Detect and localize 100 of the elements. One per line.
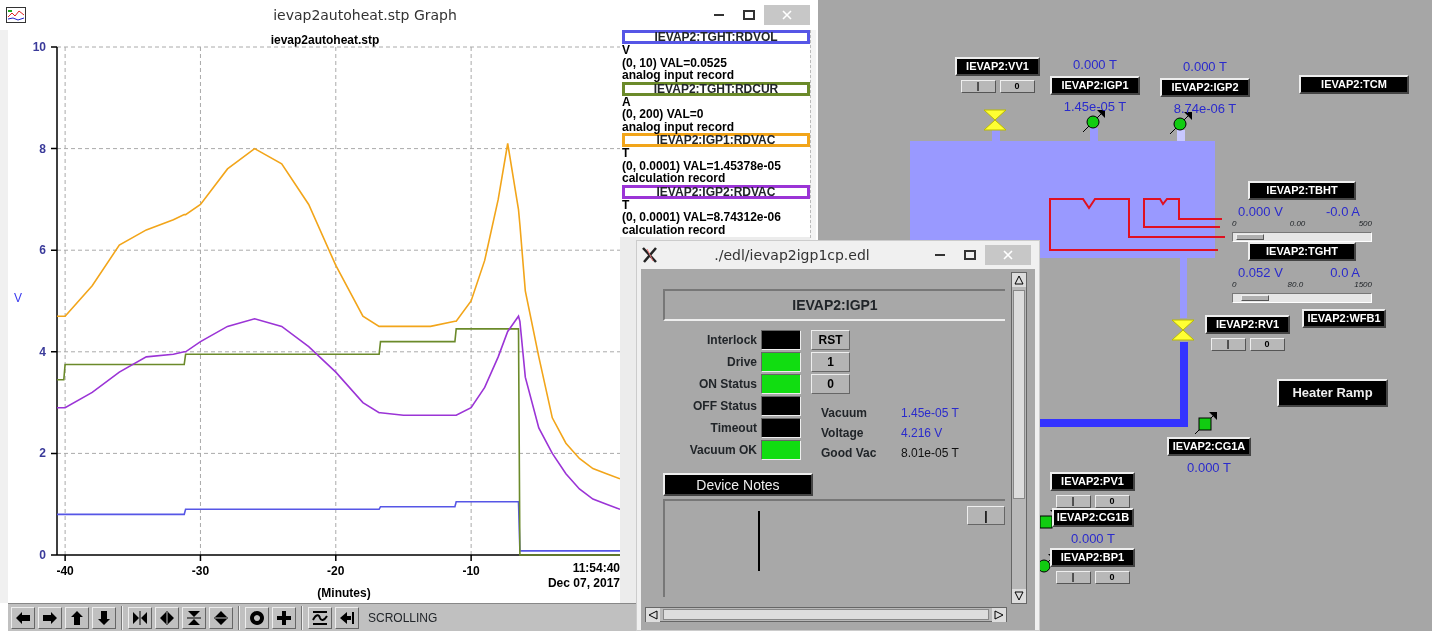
- device-tag: IEVAP2:BP1: [1050, 548, 1135, 567]
- axis-tick-label: -20: [327, 564, 345, 578]
- device-tag: IEVAP2:TGHT: [1248, 242, 1356, 261]
- slider-thumb[interactable]: [1241, 295, 1270, 301]
- setpoint-readout: 0.000 T: [1073, 57, 1117, 72]
- x-logo-icon: [641, 246, 659, 264]
- toolbar-button[interactable]: [335, 606, 359, 629]
- toolbar-button[interactable]: [11, 606, 35, 629]
- minimize-icon: [714, 14, 724, 16]
- scroll-up-button[interactable]: [1012, 273, 1026, 287]
- legend-text: T: [622, 147, 631, 160]
- pressure-readout: 8.74e-06 T: [1173, 101, 1237, 116]
- scrollbar-thumb[interactable]: [663, 609, 989, 620]
- legend-text: (0, 0.0001) VAL=8.74312e-06: [622, 211, 782, 224]
- reading-value: 8.01e-05 T: [901, 445, 959, 462]
- notes-button[interactable]: |: [967, 506, 1005, 525]
- pipe: [1177, 130, 1185, 142]
- chart-title: ievap2autoheat.stp: [270, 33, 380, 47]
- vertical-inward-arrows-icon: [186, 609, 202, 626]
- valve-button[interactable]: |: [960, 80, 996, 93]
- valve-button[interactable]: 0: [1094, 495, 1130, 508]
- toolbar-button[interactable]: [128, 606, 152, 629]
- scale-label: 0: [1232, 219, 1237, 228]
- axis-tick-label: 6: [39, 243, 46, 258]
- down-arrow-icon: [1014, 591, 1024, 601]
- device-title: IEVAP2:IGP1: [663, 289, 1005, 321]
- maximize-icon: [964, 250, 976, 260]
- toolbar-button[interactable]: [155, 606, 179, 629]
- scale-label: 80.0: [1287, 280, 1304, 289]
- reading-value: 1.45e-05 T: [901, 405, 959, 422]
- valve-button[interactable]: |: [1055, 495, 1091, 508]
- device-tag: IEVAP2:PV1: [1050, 472, 1135, 491]
- window-title: ievap2autoheat.stp Graph: [272, 5, 458, 25]
- axis-tick-label: -10: [462, 564, 480, 578]
- toolbar-button[interactable]: [308, 606, 332, 629]
- close-icon: [782, 10, 792, 20]
- gauge-icon: [1082, 110, 1105, 133]
- indicator-label: Vacuum OK: [688, 442, 758, 459]
- legend-text: (0, 200) VAL=0: [622, 108, 705, 121]
- indicator-label: Interlock: [706, 332, 758, 349]
- indicator-label: Timeout: [709, 420, 758, 437]
- heater-ramp-button[interactable]: Heater Ramp: [1277, 379, 1388, 407]
- arrow-to-bar-icon: [339, 609, 355, 626]
- setpoint-readout: 0.000 T: [1183, 59, 1227, 74]
- legend-text: analog input record: [622, 69, 735, 82]
- right-arrow-icon: [42, 609, 58, 626]
- scroll-left-button[interactable]: [646, 607, 660, 622]
- device-tag: IEVAP2:RV1: [1205, 315, 1290, 334]
- slider-track[interactable]: [1232, 232, 1372, 242]
- valve-button[interactable]: 0: [1249, 338, 1285, 351]
- axis-title: (Minutes): [317, 586, 371, 600]
- legend-text: V: [622, 44, 631, 57]
- command-button[interactable]: 1: [811, 352, 850, 372]
- command-button[interactable]: RST: [811, 330, 850, 350]
- legend-header: IEVAP2:TGHT:RDCUR: [622, 81, 810, 96]
- notes-area[interactable]: |: [663, 499, 1005, 597]
- slider-thumb[interactable]: [1235, 234, 1264, 240]
- text-cursor: [758, 511, 760, 571]
- axis-tick-label: -40: [56, 564, 74, 578]
- slider-track[interactable]: [1232, 293, 1372, 303]
- valve-button[interactable]: |: [1055, 571, 1091, 584]
- valve-button[interactable]: |: [1210, 338, 1246, 351]
- toolbar-button[interactable]: [182, 606, 206, 629]
- toolbar-button[interactable]: [65, 606, 89, 629]
- device-tag: IEVAP2:CG1B: [1052, 508, 1134, 527]
- valve-button[interactable]: 0: [1094, 571, 1130, 584]
- pressure-readout: 0.000 T: [1071, 531, 1115, 546]
- minimize-icon: [935, 254, 945, 256]
- scroll-down-button[interactable]: [1012, 589, 1026, 603]
- horizontal-scrollbar[interactable]: [645, 607, 1007, 622]
- app-icon: [6, 7, 26, 23]
- toolbar-button[interactable]: [245, 606, 269, 629]
- vertical-scrollbar[interactable]: [1011, 272, 1027, 604]
- reading-label: Good Vac: [821, 445, 878, 462]
- outward-arrows-icon: [159, 609, 175, 626]
- reading-label: Vacuum: [821, 405, 869, 422]
- timestamp-label: 11:54:40: [572, 561, 620, 575]
- scrollbar-thumb[interactable]: [1013, 290, 1025, 499]
- toolbar-button[interactable]: [92, 606, 116, 629]
- valve-button[interactable]: 0: [999, 80, 1035, 93]
- device-tag: IEVAP2:TCM: [1299, 75, 1409, 94]
- axis-tick-label: 2: [39, 446, 46, 461]
- scroll-right-button[interactable]: [992, 607, 1006, 622]
- voltage-readout: 0.052 V: [1238, 265, 1283, 280]
- toolbar-button[interactable]: [272, 606, 296, 629]
- axis-tick-label: 4: [39, 344, 46, 359]
- current-readout: 0.0 A: [1330, 265, 1360, 280]
- current-readout: -0.0 A: [1326, 204, 1360, 219]
- toolbar-button[interactable]: [209, 606, 233, 629]
- toolbar-button[interactable]: [38, 606, 62, 629]
- legend-header: IEVAP2:TGHT:RDVOL: [622, 30, 810, 44]
- legend-text: analog input record: [622, 120, 735, 133]
- timestamp-label: Dec 07, 2017: [547, 576, 620, 590]
- vertical-outward-arrows-icon: [213, 609, 229, 626]
- command-button[interactable]: 0: [811, 374, 850, 394]
- indicator-label: Drive: [725, 354, 758, 371]
- maximize-icon: [743, 10, 755, 20]
- axis-tick-label: 0: [39, 548, 46, 562]
- wave-icon: [312, 609, 328, 626]
- device-tag: IEVAP2:TBHT: [1248, 181, 1356, 200]
